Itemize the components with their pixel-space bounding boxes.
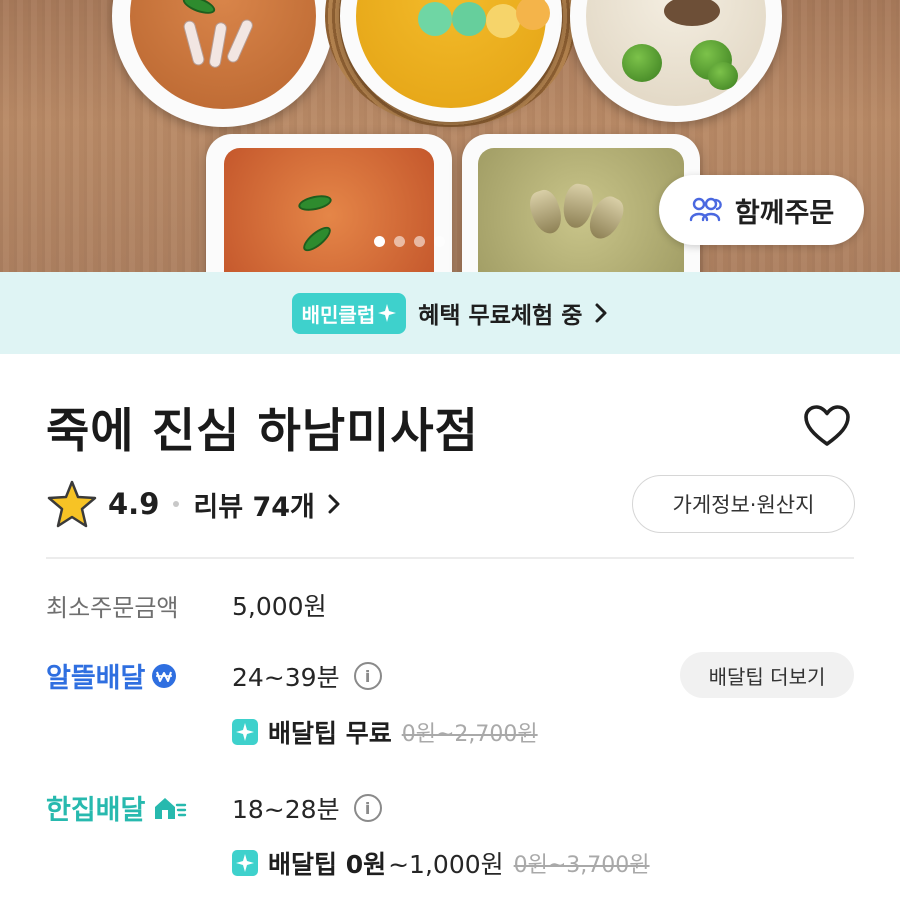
sparkle-icon	[378, 304, 397, 322]
club-badge: 배민클럽	[291, 292, 407, 334]
min-order-value: 5,000원	[232, 592, 327, 621]
single-delivery-time-row: 18~28분 i	[232, 790, 382, 826]
store-info-origin-button[interactable]: 가게정보·원산지	[632, 475, 855, 533]
single-tip-row: 배달팁 0원 ~1,000원 0원~3,700원	[232, 845, 650, 881]
chevron-right-icon	[328, 494, 340, 514]
single-delivery-text: 한집배달	[46, 795, 146, 826]
star-icon	[47, 480, 97, 528]
rating-row: 4.9 리뷰 74개	[46, 480, 341, 528]
saver-tip-row: 배달팁 무료 0원~2,700원	[232, 714, 538, 750]
info-icon[interactable]: i	[353, 662, 382, 690]
saver-delivery-text: 알뜰배달	[46, 663, 146, 694]
carousel-indicator	[374, 236, 445, 247]
info-icon[interactable]: i	[353, 794, 382, 822]
sparkle-icon	[232, 850, 258, 876]
together-order-label: 함께주문	[734, 197, 835, 229]
store-hero-image[interactable]: 함께주문	[0, 0, 900, 272]
saver-delivery-label: 알뜰배달	[46, 656, 177, 695]
club-banner-text: 혜택 무료체험 중	[418, 303, 583, 329]
store-name: 죽에 진심 하남미사점	[46, 404, 479, 459]
review-count: 리뷰 74개	[193, 491, 315, 523]
sparkle-icon	[232, 719, 258, 745]
carousel-dot[interactable]	[414, 236, 425, 247]
favorite-heart-icon[interactable]	[803, 404, 851, 448]
separator-dot	[173, 501, 180, 507]
club-badge-label: 배민클럽	[301, 302, 376, 327]
single-tip-main: 배달팁 0원	[268, 850, 387, 879]
carousel-dot[interactable]	[434, 236, 445, 247]
single-tip-range: ~1,000원	[388, 850, 504, 879]
group-people-icon	[689, 197, 722, 222]
baemin-club-banner[interactable]: 배민클럽 혜택 무료체험 중	[0, 272, 900, 354]
rating-value: 4.9	[108, 487, 160, 521]
saver-tip-main: 배달팁 무료	[268, 719, 392, 748]
carousel-dot[interactable]	[394, 236, 405, 247]
delivery-tip-more-button[interactable]: 배달팁 더보기	[680, 652, 854, 698]
single-delivery-label: 한집배달	[46, 788, 187, 827]
review-link[interactable]: 리뷰 74개	[193, 485, 341, 524]
together-order-button[interactable]: 함께주문	[659, 175, 864, 245]
saver-delivery-time: 24~39분	[232, 663, 340, 692]
saver-delivery-time-row: 24~39분 i	[232, 658, 382, 694]
divider	[46, 557, 854, 559]
won-discount-icon	[152, 663, 177, 688]
home-speed-icon	[155, 797, 187, 819]
chevron-right-icon	[595, 303, 607, 323]
saver-tip-original: 0원~2,700원	[401, 722, 538, 747]
carousel-dot[interactable]	[374, 236, 385, 247]
single-tip-original: 0원~3,700원	[513, 853, 650, 878]
single-delivery-time: 18~28분	[232, 795, 340, 824]
min-order-label: 최소주문금액	[46, 594, 179, 622]
